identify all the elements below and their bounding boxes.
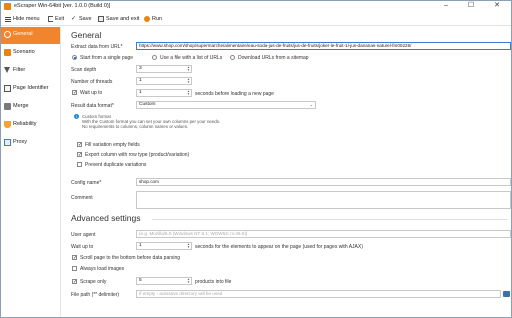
wait-stepper[interactable]: 1 ▲ ▼ <box>136 89 192 97</box>
sidebar-item-reliability[interactable]: Reliability <box>1 117 60 134</box>
radio-url-file-label: Use a file with a list of URLs <box>160 55 223 61</box>
maximize-button[interactable]: ☐ <box>460 1 482 12</box>
config-name-input[interactable]: shop.com <box>136 178 511 186</box>
custom-format-desc-2: No requirements to columns, column names… <box>82 124 189 129</box>
sidebar-item-filter[interactable]: Filter <box>1 63 60 80</box>
settings-panel: General Extract data from URL* https://w… <box>62 27 511 317</box>
radio-url-file[interactable] <box>152 55 157 60</box>
hide-menu-button[interactable]: Hide menu <box>5 14 40 24</box>
scenario-icon <box>4 49 11 56</box>
chevron-down-icon: ⌄ <box>309 102 313 107</box>
shield-icon <box>4 121 11 128</box>
radio-sitemap-label: Download URLs from a sitemap <box>238 55 309 61</box>
sidebar-item-general[interactable]: General <box>1 27 60 44</box>
save-icon <box>98 16 104 22</box>
gear-icon <box>4 31 11 38</box>
exit-icon <box>48 16 53 22</box>
proxy-icon <box>4 139 11 146</box>
threads-stepper[interactable]: 1 ▲ ▼ <box>136 77 192 85</box>
wait-label: Wait up to <box>80 90 103 96</box>
scroll-label: Scroll page to the bottom before data pa… <box>80 255 181 261</box>
wait-suffix: seconds before loading a new page <box>195 91 274 97</box>
radio-sitemap[interactable] <box>230 55 235 60</box>
page-icon <box>4 85 11 92</box>
always-images-checkbox[interactable] <box>72 266 77 271</box>
scroll-checkbox[interactable]: ✓ <box>72 255 77 261</box>
export-row-checkbox[interactable]: ✓ <box>77 152 82 158</box>
radio-single-page-label: Start from a single page <box>80 55 134 61</box>
sidebar: General Scenario Filter Page Identifier … <box>1 27 61 317</box>
comment-textarea[interactable] <box>136 191 511 209</box>
extract-url-label: Extract data from URL* <box>71 44 123 50</box>
info-icon: i <box>74 114 79 119</box>
sidebar-item-proxy[interactable]: Proxy <box>1 135 60 152</box>
user-agent-input[interactable]: (e.g. Mozilla/5.0 (Windows NT 6.1; WOW64… <box>136 230 511 238</box>
filter-icon <box>4 67 10 73</box>
folder-icon[interactable] <box>503 291 510 297</box>
result-format-label: Result data format* <box>71 103 114 109</box>
scan-depth-label: Scan depth <box>71 67 97 73</box>
user-agent-label: User agent <box>71 232 96 238</box>
ajax-wait-stepper[interactable]: 1 ▲ ▼ <box>136 242 192 250</box>
stepper-arrows-icon[interactable]: ▲ ▼ <box>187 78 190 84</box>
fill-empty-checkbox[interactable]: ✓ <box>77 142 82 148</box>
stepper-arrows-icon[interactable]: ▲ ▼ <box>187 66 190 72</box>
wait-checkbox[interactable]: ✓ <box>72 90 77 96</box>
extract-url-input[interactable]: https://www.shop.com/shop/supermarche/al… <box>136 42 511 50</box>
divider <box>152 219 507 220</box>
app-window: eScraper Win-64bit [ver. 1.0.0 (Build 0)… <box>0 0 512 318</box>
config-name-label: Config name* <box>71 180 102 186</box>
general-heading: General <box>71 30 102 40</box>
export-row-label: Export column with row type (product/var… <box>85 152 190 158</box>
sidebar-item-merge[interactable]: Merge <box>1 99 60 116</box>
run-button[interactable]: Run <box>144 14 162 24</box>
minimize-button[interactable]: – <box>435 1 457 12</box>
prevent-duplicates-checkbox[interactable] <box>77 162 82 167</box>
sidebar-item-scenario[interactable]: Scenario <box>1 45 60 62</box>
ajax-wait-label: Wait up to <box>71 244 94 250</box>
merge-icon <box>4 103 11 110</box>
ajax-wait-suffix: seconds for the elements to appear on th… <box>195 244 363 250</box>
threads-label: Number of threads <box>71 79 113 85</box>
save-check-icon: ✓ <box>71 16 77 22</box>
scan-depth-stepper[interactable]: 3 ▲ ▼ <box>136 65 192 73</box>
advanced-heading: Advanced settings <box>71 213 141 223</box>
stepper-arrows-icon[interactable]: ▲ ▼ <box>187 90 190 96</box>
file-path-input[interactable]: If empty - autosave directory will be us… <box>136 290 501 298</box>
prevent-duplicates-label: Prevent duplicate variations <box>85 162 147 168</box>
result-format-select[interactable]: Custom ⌄ <box>136 101 316 109</box>
scrape-only-checkbox[interactable]: ✓ <box>72 279 77 285</box>
exit-button[interactable]: Exit <box>48 14 64 24</box>
stepper-arrows-icon[interactable]: ▲ ▼ <box>187 243 190 249</box>
run-icon <box>144 16 150 22</box>
radio-single-page[interactable] <box>72 55 77 60</box>
save-button[interactable]: ✓ Save <box>71 14 92 24</box>
scrape-only-suffix: products into file <box>195 279 232 285</box>
scrape-only-stepper[interactable]: 5 ▲ ▼ <box>136 277 192 285</box>
comment-label: Comment <box>71 195 93 201</box>
fill-empty-label: Fill variation empty fields <box>85 142 140 148</box>
file-path-label: File path (** delimiter) <box>71 292 120 298</box>
sidebar-item-page-identifier[interactable]: Page Identifier <box>1 81 60 98</box>
close-button[interactable]: ✕ <box>486 1 508 12</box>
menu-icon <box>5 16 11 22</box>
always-images-label: Always load images <box>80 266 125 272</box>
save-exit-button[interactable]: Save and exit <box>98 14 139 24</box>
title-bar: eScraper Win-64bit [ver. 1.0.0 (Build 0)… <box>1 1 511 12</box>
toolbar: Hide menu Exit ✓ Save Save and exit Run <box>1 12 511 26</box>
scrape-only-label: Scrape only <box>80 279 107 285</box>
app-logo-icon <box>4 3 11 10</box>
window-title: eScraper Win-64bit [ver. 1.0.0 (Build 0)… <box>14 3 111 9</box>
stepper-arrows-icon[interactable]: ▲ ▼ <box>187 278 190 284</box>
